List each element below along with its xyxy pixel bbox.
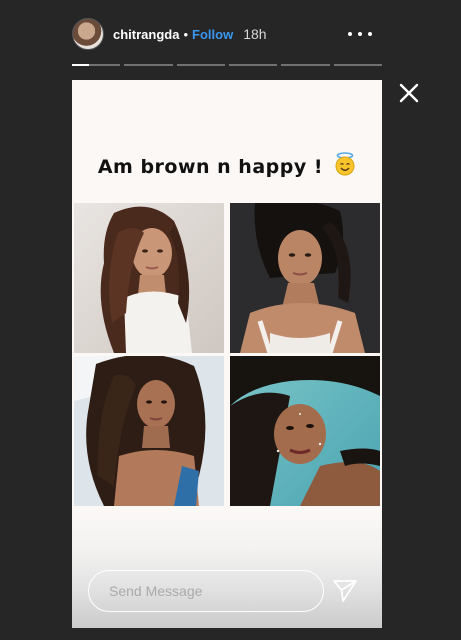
follow-button[interactable]: Follow <box>192 27 233 42</box>
smiling-face-with-halo-icon <box>334 152 356 181</box>
photo-grid <box>74 203 380 506</box>
progress-segment <box>333 64 382 66</box>
progress-segment <box>72 64 121 66</box>
story-viewer: chitrangda • Follow 18h Am brown n happy… <box>0 0 461 640</box>
username[interactable]: chitrangda <box>113 27 179 42</box>
timestamp: 18h <box>243 26 267 42</box>
progress-segment <box>176 64 225 66</box>
progress-segment <box>281 64 330 66</box>
send-message-placeholder: Send Message <box>109 583 203 599</box>
progress-segment <box>124 64 173 66</box>
story-progress <box>72 64 382 66</box>
photo-4 <box>230 356 380 506</box>
story-card[interactable]: Am brown n happy ! Send Message <box>72 80 382 628</box>
caption-text: Am brown n happy ! <box>97 156 324 178</box>
progress-segment <box>228 64 278 66</box>
story-header: chitrangda • Follow 18h <box>72 16 382 52</box>
separator-dot: • <box>183 26 189 42</box>
send-message-input[interactable]: Send Message <box>88 570 324 612</box>
send-icon[interactable] <box>332 579 358 603</box>
more-options-icon[interactable] <box>348 24 372 44</box>
photo-3 <box>74 356 224 506</box>
avatar[interactable] <box>72 18 104 50</box>
photo-2 <box>230 203 380 353</box>
photo-1 <box>74 203 224 353</box>
progress-fill <box>72 64 89 66</box>
close-icon[interactable] <box>398 82 420 104</box>
story-caption: Am brown n happy ! <box>72 152 382 181</box>
